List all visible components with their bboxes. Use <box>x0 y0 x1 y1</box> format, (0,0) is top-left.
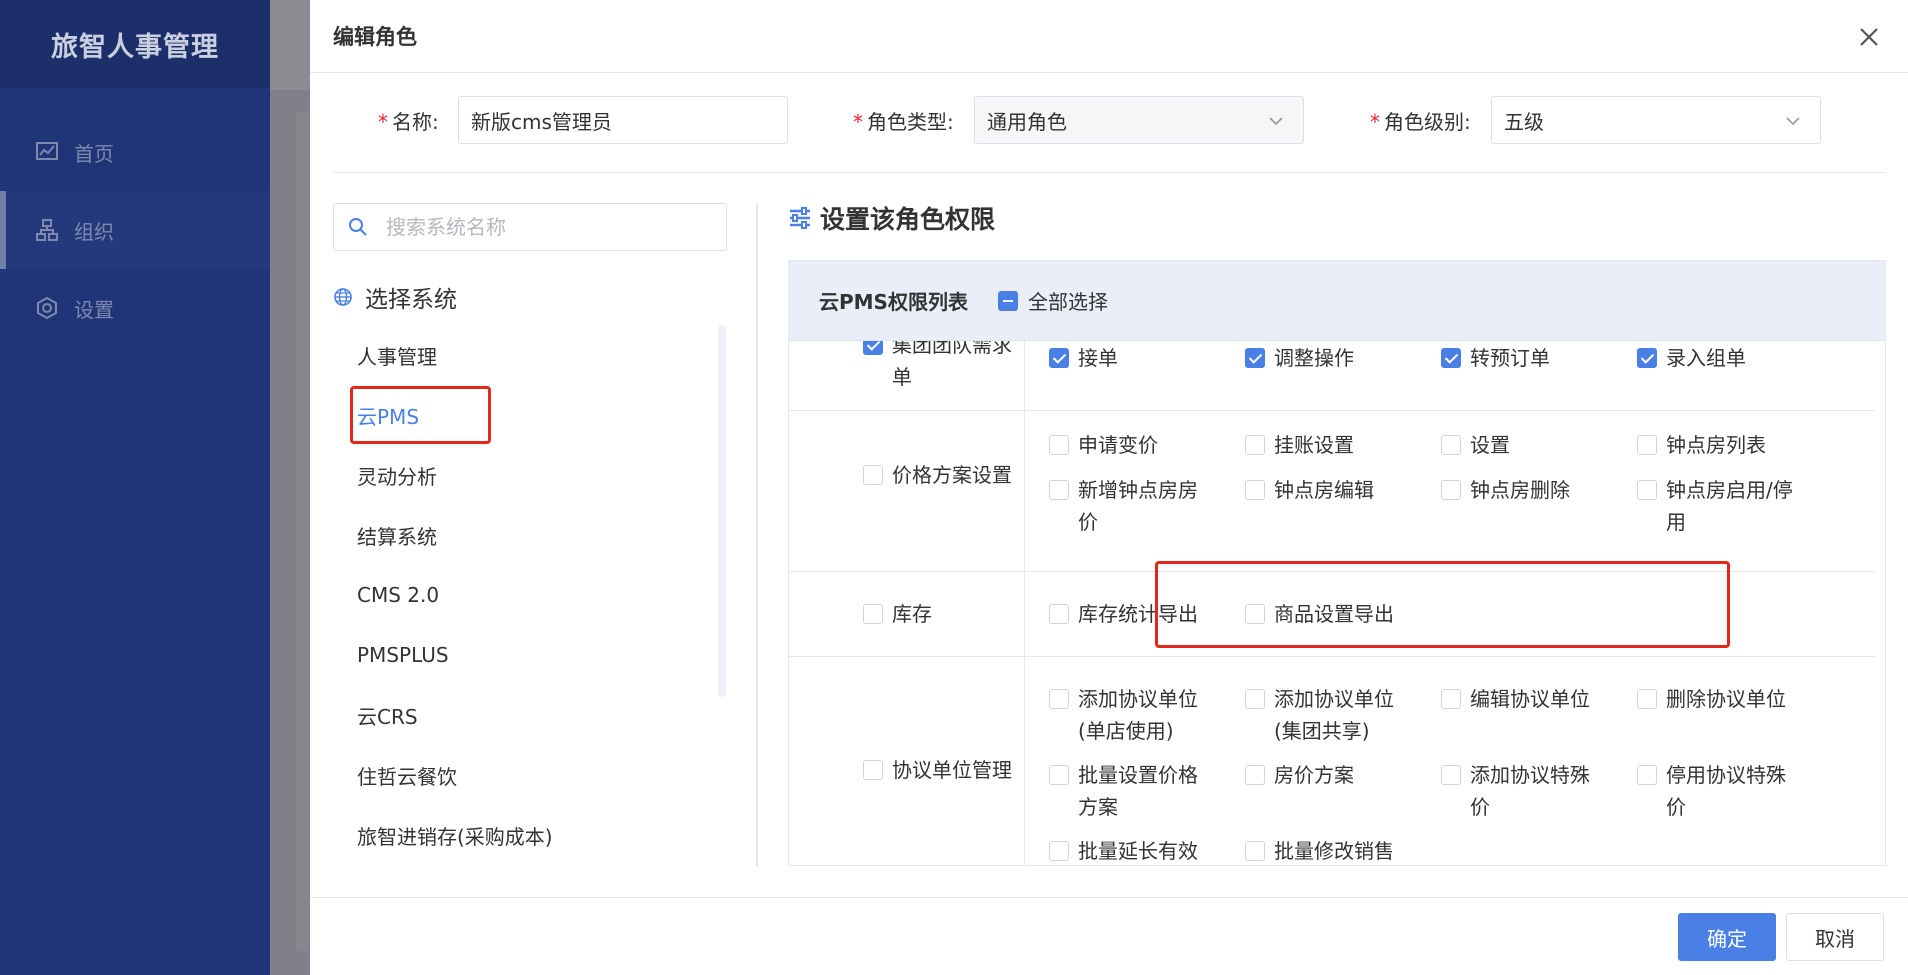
perm-checkbox[interactable]: 停用协议特殊价 <box>1637 759 1797 823</box>
sliders-icon <box>790 207 810 229</box>
modal-title: 编辑角色 <box>333 25 417 49</box>
system-search[interactable] <box>333 203 727 251</box>
module-cell: 协议单位管理 <box>789 657 1025 865</box>
permission-list-header: 云PMS权限列表 全部选择 <box>789 261 1885 341</box>
name-label: * 名称: <box>378 109 439 134</box>
module-cell: 价格方案设置 <box>789 411 1025 571</box>
modal-footer: 确定 取消 <box>310 897 1908 975</box>
globe-icon <box>334 288 352 306</box>
perm-checkbox[interactable]: 申请变价 <box>1049 429 1209 461</box>
perm-checkbox[interactable]: 编辑协议单位 <box>1441 683 1601 715</box>
nav-label: 首页 <box>74 141 114 166</box>
perm-row: 协议单位管理 添加协议单位(单店使用) 添加协议单位(集团共享) 编辑协议单位 … <box>789 657 1875 865</box>
system-list-scrollbar[interactable] <box>718 325 726 697</box>
perm-checkbox[interactable]: 添加协议单位(集团共享) <box>1245 683 1405 747</box>
perm-title: 设置该角色权限 <box>788 200 995 236</box>
perm-checkbox[interactable]: 挂账设置 <box>1245 429 1405 461</box>
system-item[interactable]: 灵动分析 <box>350 445 650 505</box>
nav-item-org[interactable]: 组织 <box>0 191 270 269</box>
perm-checkbox[interactable]: 设置 <box>1441 429 1601 461</box>
nav-item-settings[interactable]: 设置 <box>0 269 270 347</box>
nav-label: 组织 <box>74 219 114 244</box>
gear-icon <box>34 295 60 321</box>
search-input[interactable] <box>386 215 706 239</box>
type-label: * 角色类型: <box>853 109 954 134</box>
divider <box>333 172 1886 173</box>
perm-checkbox[interactable]: 添加协议单位(单店使用) <box>1049 683 1209 747</box>
perm-checkbox[interactable]: 调整操作 <box>1245 342 1405 374</box>
chevron-down-icon <box>1786 117 1800 126</box>
perm-row: 价格方案设置 申请变价 挂账设置 设置 钟点房列表 新增钟点房房价 钟点房编辑 … <box>789 411 1875 572</box>
perm-checkbox[interactable]: 录入组单 <box>1637 342 1797 374</box>
panel-divider <box>756 203 758 866</box>
nav-item-home[interactable]: 首页 <box>0 113 270 191</box>
level-item: * 角色级别: <box>1370 96 1471 144</box>
module-checkbox[interactable]: 库存 <box>863 598 1013 630</box>
systems-title: 选择系统 <box>333 280 457 314</box>
system-item[interactable]: CMS 2.0 <box>350 565 650 625</box>
level-label: * 角色级别: <box>1370 109 1471 134</box>
highlight-box <box>350 386 491 444</box>
system-item[interactable]: 旅智进销存(采购成本) <box>350 805 650 865</box>
perm-checkbox[interactable]: 房价方案 <box>1245 759 1405 791</box>
perm-checkbox[interactable]: 转预订单 <box>1441 342 1601 374</box>
nav-label: 设置 <box>74 297 114 322</box>
system-item[interactable]: PMSPLUS <box>350 625 650 685</box>
chevron-down-icon <box>1269 117 1283 126</box>
org-icon <box>34 217 60 243</box>
system-item[interactable]: 人事管理 <box>350 325 650 385</box>
perm-checkbox[interactable]: 钟点房编辑 <box>1245 474 1405 506</box>
perm-checkbox[interactable]: 删除协议单位 <box>1637 683 1797 715</box>
app-sidebar: 旅智人事管理 首页 组织 设置 <box>0 0 270 975</box>
app-logo: 旅智人事管理 <box>0 0 270 88</box>
perm-checkbox[interactable]: 批量延长有效期 <box>1049 835 1209 865</box>
close-icon[interactable] <box>1852 20 1886 54</box>
role-type-select[interactable]: 通用角色 <box>974 96 1304 144</box>
cancel-button[interactable]: 取消 <box>1786 913 1884 961</box>
system-item[interactable]: 住哲云餐饮 <box>350 745 650 805</box>
perm-checkbox[interactable]: 新增钟点房房价 <box>1049 474 1209 538</box>
role-level-select[interactable]: 五级 <box>1491 96 1821 144</box>
module-cell: 库存 <box>789 572 1025 656</box>
module-checkbox[interactable]: 协议单位管理 <box>863 754 1013 786</box>
name-item: * 名称: <box>378 96 439 144</box>
search-icon <box>349 218 367 236</box>
type-item: * 角色类型: <box>853 96 954 144</box>
perm-checkbox[interactable]: 钟点房启用/停用 <box>1637 474 1797 538</box>
chart-icon <box>34 139 60 165</box>
system-item[interactable]: 结算系统 <box>350 505 650 565</box>
role-form: * 名称: 新版cms管理员 * 角色类型: 通用角色 * 角色级别: 五级 <box>310 96 1908 146</box>
modal-header: 编辑角色 <box>310 0 1908 73</box>
perm-checkbox[interactable]: 批量设置价格方案 <box>1049 759 1209 823</box>
select-all-checkbox[interactable]: 全部选择 <box>997 286 1108 315</box>
name-input[interactable]: 新版cms管理员 <box>458 96 788 144</box>
perm-list-title: 云PMS权限列表 <box>819 290 968 314</box>
perm-checkbox[interactable]: 钟点房列表 <box>1637 429 1797 461</box>
perm-checkbox[interactable]: 批量修改销售员 <box>1245 835 1405 865</box>
highlight-box <box>1155 561 1730 648</box>
perm-checkbox[interactable]: 添加协议特殊价 <box>1441 759 1601 823</box>
confirm-button[interactable]: 确定 <box>1678 913 1776 961</box>
perm-checkbox[interactable]: 钟点房删除 <box>1441 474 1601 506</box>
perm-checkbox[interactable]: 接单 <box>1049 342 1209 374</box>
system-item[interactable]: 云CRS <box>350 685 650 745</box>
edit-role-modal: 编辑角色 * 名称: 新版cms管理员 * 角色类型: 通用角色 * 角色级别: 五级 <box>310 0 1908 975</box>
module-checkbox[interactable]: 价格方案设置 <box>863 459 1013 491</box>
